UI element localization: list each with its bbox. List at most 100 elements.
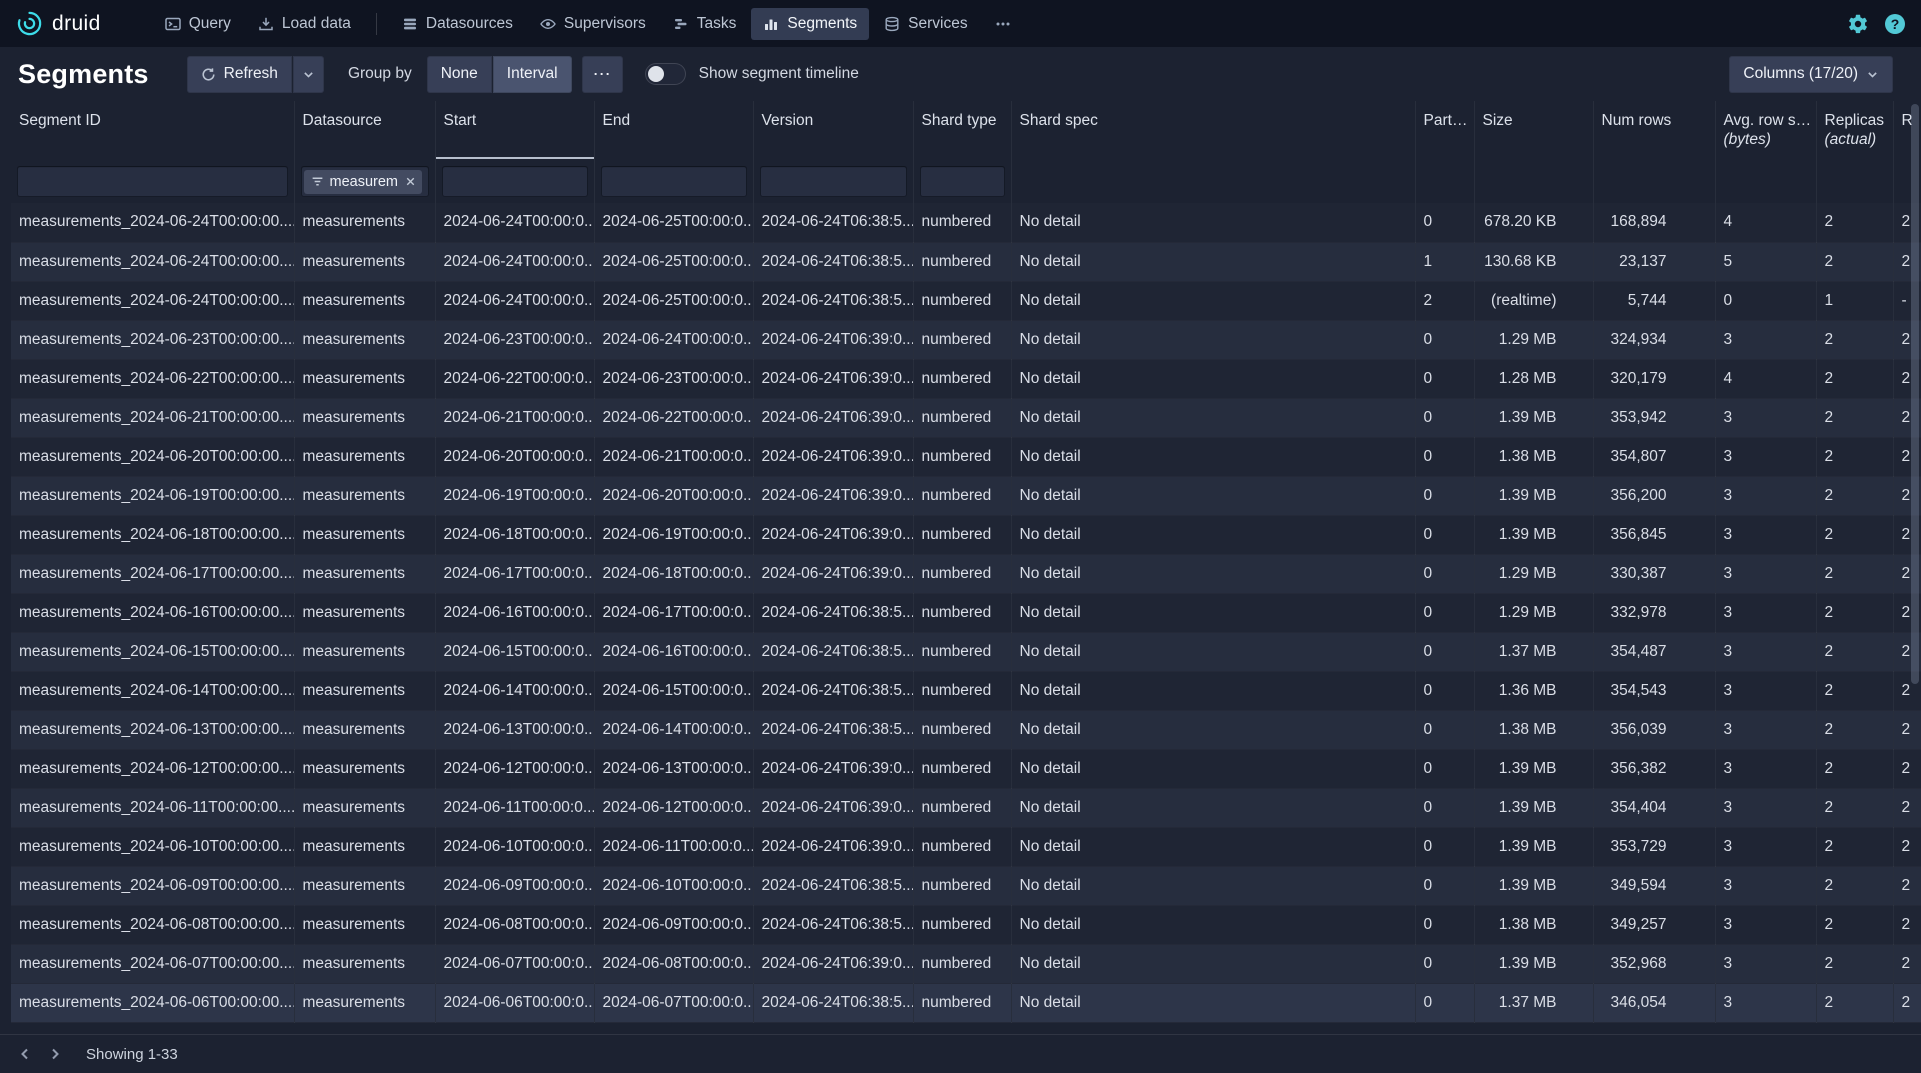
nav-item-services[interactable]: Services	[872, 8, 979, 40]
column-header-partition[interactable]: Partition	[1415, 101, 1474, 159]
cell-avg-row-size[interactable]: 3	[1715, 320, 1816, 359]
cell-version[interactable]: 2024-06-24T06:38:5...	[753, 203, 913, 242]
cell-segment-id[interactable]: measurements_2024-06-07T00:00:00....	[11, 944, 294, 983]
cell-num-rows[interactable]: 324,934	[1593, 320, 1715, 359]
cell-datasource[interactable]: measurements	[294, 554, 435, 593]
cell-avg-row-size[interactable]: 3	[1715, 749, 1816, 788]
cell-shard-spec[interactable]: No detail	[1011, 515, 1415, 554]
cell-start[interactable]: 2024-06-08T00:00:0...	[435, 905, 594, 944]
cell-version[interactable]: 2024-06-24T06:38:5...	[753, 242, 913, 281]
cell-replicas[interactable]: 2	[1816, 632, 1893, 671]
cell-partition[interactable]: 0	[1415, 866, 1474, 905]
cell-end[interactable]: 2024-06-25T00:00:0...	[594, 242, 753, 281]
column-header-start[interactable]: Start	[435, 101, 594, 159]
cell-partition[interactable]: 0	[1415, 749, 1474, 788]
cell-size[interactable]: 1.28 MB	[1474, 359, 1593, 398]
column-header-shard-type[interactable]: Shard type	[913, 101, 1011, 159]
cell-avg-row-size[interactable]: 3	[1715, 866, 1816, 905]
help-icon[interactable]: ?	[1885, 14, 1905, 34]
cell-end[interactable]: 2024-06-23T00:00:0...	[594, 359, 753, 398]
cell-replicated[interactable]: 2	[1893, 749, 1921, 788]
cell-start[interactable]: 2024-06-15T00:00:0...	[435, 632, 594, 671]
cell-version[interactable]: 2024-06-24T06:39:0...	[753, 944, 913, 983]
cell-replicas[interactable]: 2	[1816, 944, 1893, 983]
cell-shard-type[interactable]: numbered	[913, 398, 1011, 437]
cell-shard-type[interactable]: numbered	[913, 242, 1011, 281]
cell-start[interactable]: 2024-06-14T00:00:0...	[435, 671, 594, 710]
cell-size[interactable]: 678.20 KB	[1474, 203, 1593, 242]
cell-datasource[interactable]: measurements	[294, 437, 435, 476]
cell-partition[interactable]: 0	[1415, 788, 1474, 827]
cell-shard-type[interactable]: numbered	[913, 476, 1011, 515]
cell-start[interactable]: 2024-06-24T00:00:0...	[435, 242, 594, 281]
cell-datasource[interactable]: measurements	[294, 749, 435, 788]
cell-replicas[interactable]: 2	[1816, 320, 1893, 359]
cell-partition[interactable]: 0	[1415, 203, 1474, 242]
cell-size[interactable]: 1.36 MB	[1474, 671, 1593, 710]
cell-num-rows[interactable]: 354,543	[1593, 671, 1715, 710]
filter-input-datasource[interactable]: measurem	[301, 166, 429, 197]
cell-shard-type[interactable]: numbered	[913, 320, 1011, 359]
cell-start[interactable]: 2024-06-20T00:00:0...	[435, 437, 594, 476]
cell-start[interactable]: 2024-06-12T00:00:0...	[435, 749, 594, 788]
cell-start[interactable]: 2024-06-19T00:00:0...	[435, 476, 594, 515]
cell-replicas[interactable]: 2	[1816, 983, 1893, 1022]
cell-start[interactable]: 2024-06-10T00:00:0...	[435, 827, 594, 866]
cell-size[interactable]: 1.39 MB	[1474, 515, 1593, 554]
cell-shard-type[interactable]: numbered	[913, 632, 1011, 671]
cell-num-rows[interactable]: 356,039	[1593, 710, 1715, 749]
cell-avg-row-size[interactable]: 3	[1715, 437, 1816, 476]
cell-version[interactable]: 2024-06-24T06:38:5...	[753, 866, 913, 905]
cell-size[interactable]: 1.39 MB	[1474, 398, 1593, 437]
cell-segment-id[interactable]: measurements_2024-06-14T00:00:00....	[11, 671, 294, 710]
cell-version[interactable]: 2024-06-24T06:39:0...	[753, 320, 913, 359]
column-header-num-rows[interactable]: Num rows	[1593, 101, 1715, 159]
cell-shard-spec[interactable]: No detail	[1011, 671, 1415, 710]
column-header-end[interactable]: End	[594, 101, 753, 159]
cell-shard-type[interactable]: numbered	[913, 827, 1011, 866]
cell-partition[interactable]: 0	[1415, 398, 1474, 437]
cell-shard-type[interactable]: numbered	[913, 866, 1011, 905]
cell-start[interactable]: 2024-06-23T00:00:0...	[435, 320, 594, 359]
druid-brand[interactable]: druid	[16, 10, 101, 37]
remove-tag-icon[interactable]	[404, 175, 417, 188]
cell-datasource[interactable]: measurements	[294, 944, 435, 983]
cell-size[interactable]: 1.38 MB	[1474, 710, 1593, 749]
cell-version[interactable]: 2024-06-24T06:39:0...	[753, 437, 913, 476]
cell-replicas[interactable]: 2	[1816, 749, 1893, 788]
cell-segment-id[interactable]: measurements_2024-06-21T00:00:00....	[11, 398, 294, 437]
cell-end[interactable]: 2024-06-16T00:00:0...	[594, 632, 753, 671]
cell-end[interactable]: 2024-06-25T00:00:0...	[594, 281, 753, 320]
cell-size[interactable]: 1.37 MB	[1474, 632, 1593, 671]
cell-partition[interactable]: 0	[1415, 983, 1474, 1022]
cell-shard-type[interactable]: numbered	[913, 983, 1011, 1022]
cell-end[interactable]: 2024-06-15T00:00:0...	[594, 671, 753, 710]
cell-version[interactable]: 2024-06-24T06:38:5...	[753, 632, 913, 671]
group-by-interval-button[interactable]: Interval	[493, 56, 572, 93]
cell-shard-spec[interactable]: No detail	[1011, 320, 1415, 359]
cell-start[interactable]: 2024-06-07T00:00:0...	[435, 944, 594, 983]
cell-shard-spec[interactable]: No detail	[1011, 398, 1415, 437]
cell-avg-row-size[interactable]: 0	[1715, 281, 1816, 320]
cell-version[interactable]: 2024-06-24T06:38:5...	[753, 983, 913, 1022]
nav-item-query[interactable]: Query	[153, 8, 243, 40]
cell-shard-type[interactable]: numbered	[913, 905, 1011, 944]
cell-segment-id[interactable]: measurements_2024-06-13T00:00:00....	[11, 710, 294, 749]
filter-input-start[interactable]	[442, 166, 588, 197]
refresh-button[interactable]: Refresh	[187, 56, 292, 93]
cell-end[interactable]: 2024-06-19T00:00:0...	[594, 515, 753, 554]
cell-datasource[interactable]: measurements	[294, 281, 435, 320]
cell-replicated[interactable]: 2	[1893, 944, 1921, 983]
cell-shard-spec[interactable]: No detail	[1011, 554, 1415, 593]
cell-version[interactable]: 2024-06-24T06:38:5...	[753, 710, 913, 749]
cell-replicated[interactable]: 2	[1893, 983, 1921, 1022]
cell-segment-id[interactable]: measurements_2024-06-22T00:00:00....	[11, 359, 294, 398]
cell-avg-row-size[interactable]: 4	[1715, 203, 1816, 242]
filter-input-version[interactable]	[760, 166, 907, 197]
previous-page-button[interactable]	[10, 1039, 40, 1069]
cell-shard-spec[interactable]: No detail	[1011, 983, 1415, 1022]
cell-avg-row-size[interactable]: 3	[1715, 554, 1816, 593]
cell-avg-row-size[interactable]: 3	[1715, 476, 1816, 515]
cell-partition[interactable]: 0	[1415, 437, 1474, 476]
cell-segment-id[interactable]: measurements_2024-06-10T00:00:00....	[11, 827, 294, 866]
